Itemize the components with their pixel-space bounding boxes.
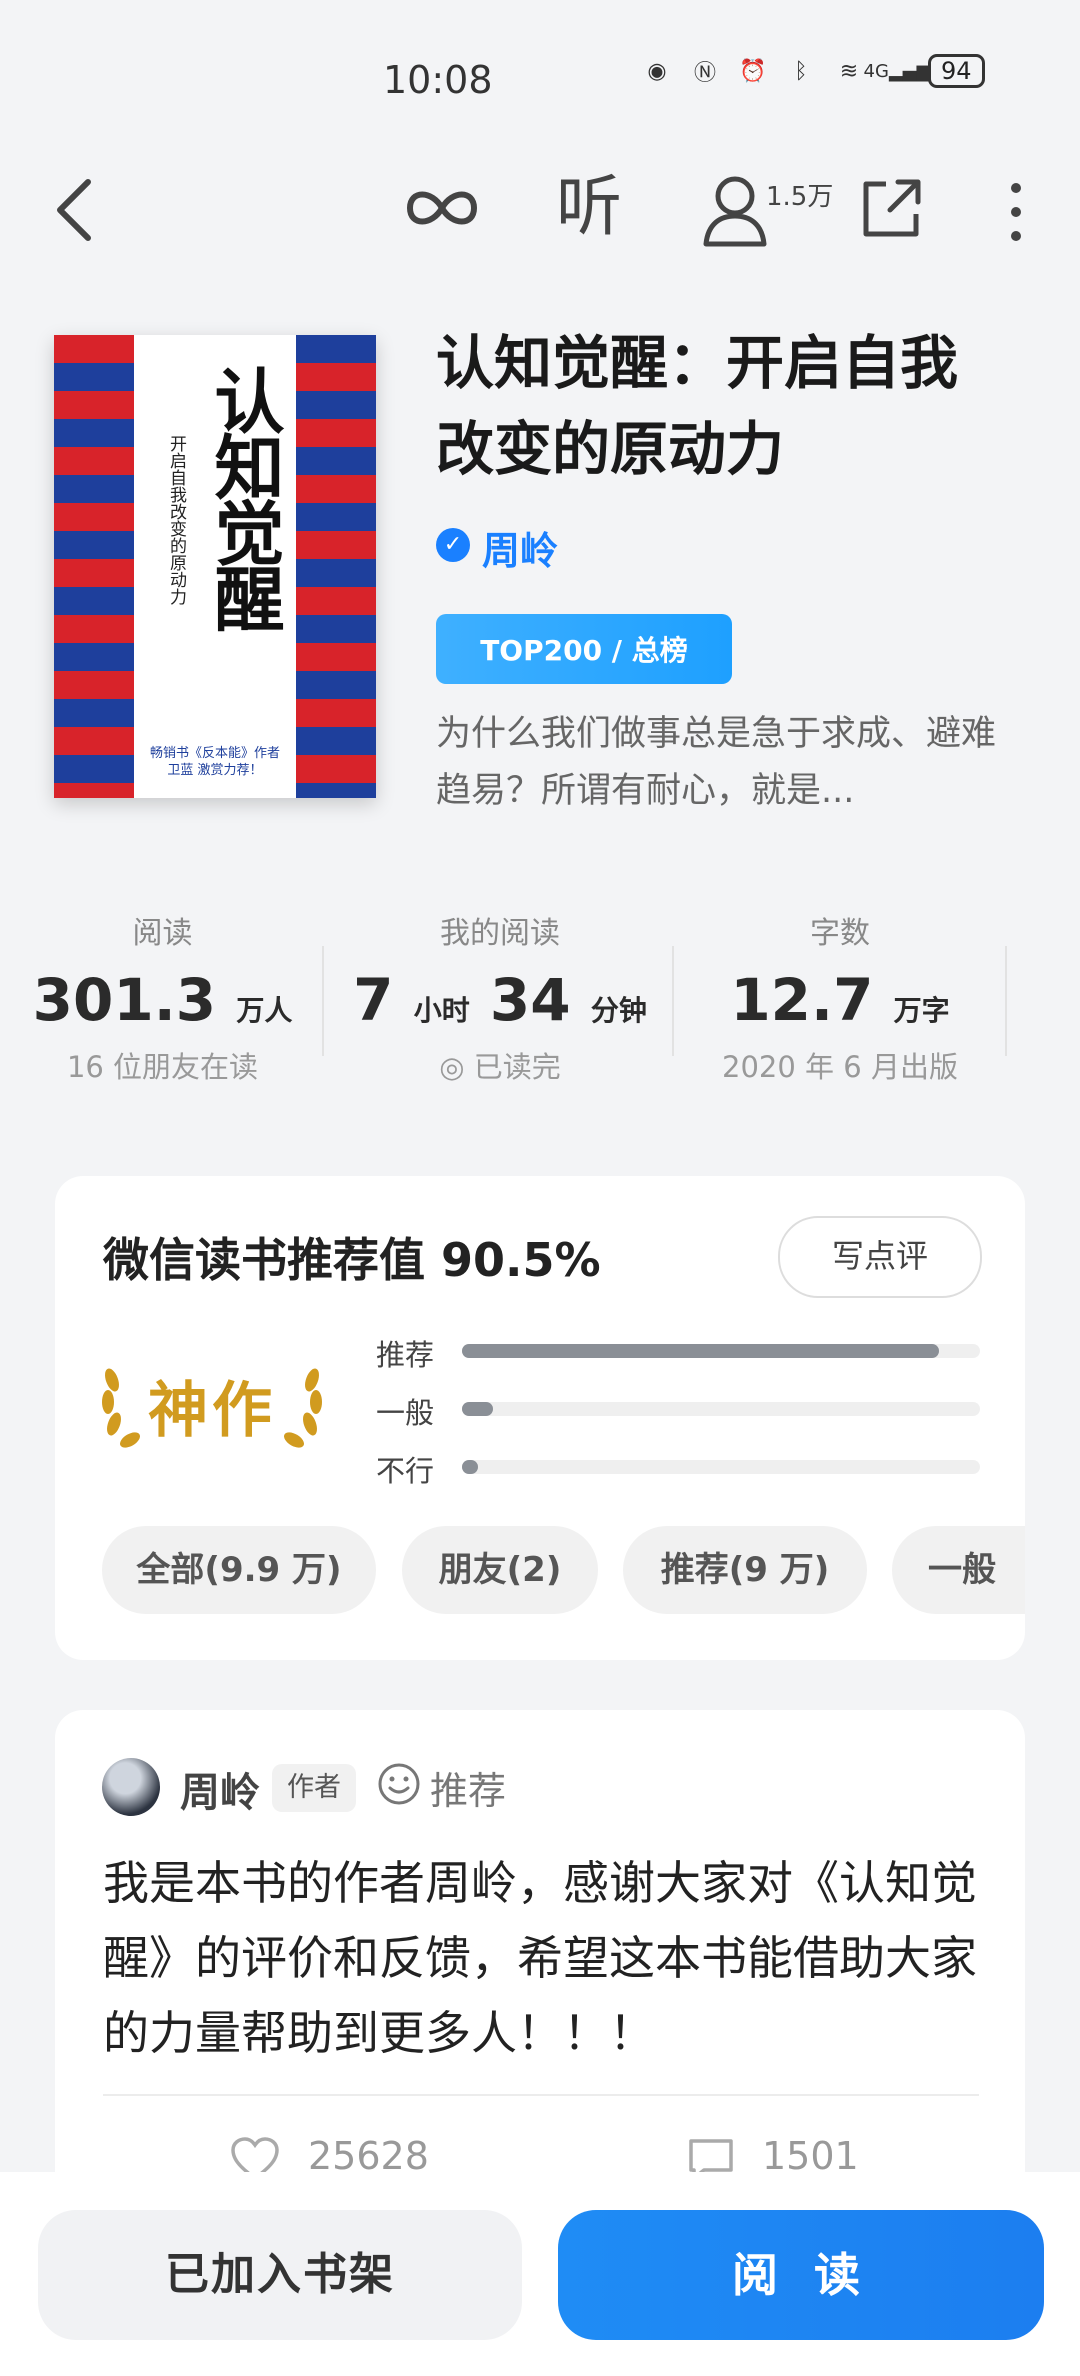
cover-blurb: 畅销书《反本能》作者 卫蓝 激赏力荐！ (150, 746, 281, 778)
bar-label-bad: 不行 (376, 1454, 435, 1488)
status-time: 10:08 (383, 58, 493, 102)
nfc-icon: Ⓝ (693, 61, 716, 86)
wifi-icon: ≋ (839, 58, 859, 84)
stat-label: 阅读 (132, 916, 193, 951)
bar-average (462, 1402, 980, 1416)
stat-value: 301.3 万人 (32, 966, 293, 1034)
rating-badge: 神作 (148, 1376, 276, 1446)
filter-chip-friends[interactable]: 朋友(2) (402, 1526, 598, 1614)
alarm-icon: ⏰ (739, 58, 767, 84)
bar-label-recommend: 推荐 (376, 1338, 435, 1372)
signal-icon: 4G ▂▄▆ (863, 60, 931, 82)
read-button[interactable]: 阅 读 (558, 2210, 1044, 2340)
avatar[interactable] (102, 1758, 160, 1816)
stat-note: ◎ 已读完 (439, 1050, 561, 1084)
divider (1005, 946, 1007, 1056)
review-recommend-label: 推荐 (430, 1769, 507, 1813)
smile-icon (378, 1763, 420, 1805)
back-arrow-icon[interactable] (48, 170, 108, 250)
divider (672, 946, 674, 1056)
divider (103, 2094, 979, 2096)
cover-title: 认知觉醒 (203, 365, 286, 629)
author-tag: 作者 (272, 1764, 356, 1812)
cover-subtitle: 开启自我改变的原动力 (166, 435, 186, 605)
bar-recommend (462, 1344, 980, 1358)
stat-label: 我的阅读 (440, 916, 560, 951)
status-icons: ◉ Ⓝ ⏰ ᛒ ≋ 4G ▂▄▆ 94 (640, 54, 985, 88)
bar-fill (462, 1402, 494, 1416)
stat-note: 2020 年 6 月出版 (722, 1050, 958, 1084)
listen-button[interactable]: 听 (556, 172, 622, 242)
stat-note: 16 位朋友在读 (66, 1050, 259, 1084)
book-description[interactable]: 为什么我们做事总是急于求成、避难趋易？所谓有耐心，就是... (436, 706, 1016, 820)
bar-label-average: 一般 (376, 1396, 435, 1430)
reviewer-name[interactable]: 周岭 (180, 1760, 260, 1818)
rating-title: 微信读书推荐值 90.5% (103, 1233, 601, 1287)
book-cover[interactable]: 认知觉醒 开启自我改变的原动力 畅销书《反本能》作者 卫蓝 激赏力荐！ (54, 335, 376, 798)
infinity-icon[interactable] (404, 178, 480, 238)
cover-pattern-left (54, 335, 134, 798)
user-icon[interactable] (700, 170, 770, 250)
book-title: 认知觉醒：开启自我改变的原动力 (436, 329, 959, 483)
bar-fill (462, 1344, 939, 1358)
stat-label: 字数 (810, 916, 870, 951)
check-circle-icon: ◎ (439, 1050, 465, 1084)
battery-icon: 94 (928, 54, 985, 88)
stat-value: 7 小时 34 分钟 (353, 966, 647, 1034)
filter-chip-average[interactable]: 一般 (892, 1526, 1025, 1614)
eye-icon: ◉ (647, 58, 667, 84)
divider (322, 946, 324, 1056)
verified-icon: ✓ (436, 528, 470, 562)
rank-badge[interactable]: TOP200 / 总榜 (436, 614, 732, 684)
filter-chip-all[interactable]: 全部(9.9 万) (102, 1526, 376, 1614)
bar-fill (462, 1460, 478, 1474)
stat-my-reading[interactable]: 我的阅读 7 小时 34 分钟 ◎ 已读完 (340, 908, 660, 1086)
share-icon[interactable] (856, 174, 926, 244)
rank-badge-text: TOP200 / 总榜 (480, 634, 688, 667)
review-body[interactable]: 我是本书的作者周岭，感谢大家对《认知觉醒》的评价和反馈，希望这本书能借助大家的力… (103, 1846, 983, 2071)
stat-value: 12.7 万字 (730, 966, 950, 1034)
author-link[interactable]: 周岭 (482, 520, 558, 575)
bluetooth-icon: ᛒ (794, 58, 808, 84)
cover-pattern-right (296, 335, 376, 798)
stat-readers[interactable]: 阅读 301.3 万人 16 位朋友在读 (30, 908, 295, 1086)
bar-bad (462, 1460, 980, 1474)
user-count: 1.5万 (766, 182, 834, 212)
more-icon[interactable] (996, 178, 1036, 248)
filter-chip-recommend[interactable]: 推荐(9 万) (623, 1526, 867, 1614)
added-to-shelf-button[interactable]: 已加入书架 (38, 2210, 522, 2340)
write-review-button[interactable]: 写点评 (778, 1216, 982, 1298)
stat-word-count[interactable]: 字数 12.7 万字 2020 年 6 月出版 (690, 908, 990, 1086)
